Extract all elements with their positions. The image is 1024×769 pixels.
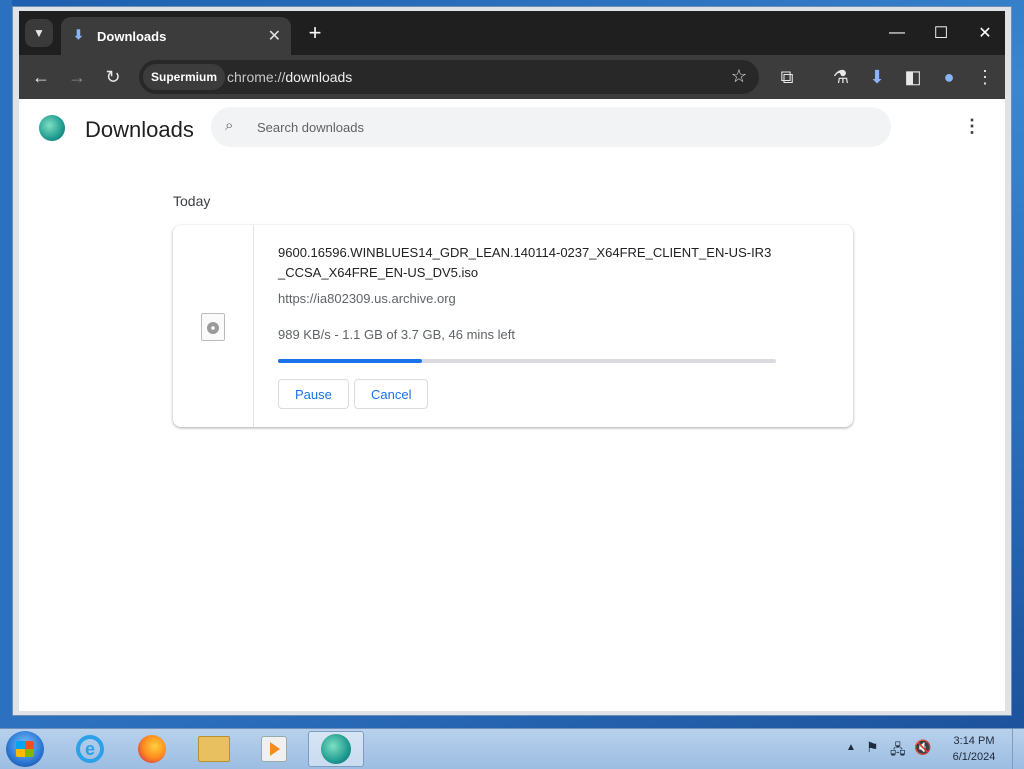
supermium-logo-icon [39, 115, 65, 141]
taskbar-internet-explorer[interactable]: e [62, 731, 118, 767]
file-icon-column [173, 225, 254, 427]
search-icon: ⌕ [225, 117, 234, 134]
internet-explorer-icon: e [76, 735, 104, 763]
download-item: 9600.16596.WINBLUES14_GDR_LEAN.140114-02… [173, 225, 853, 427]
disc-image-file-icon [201, 313, 225, 341]
tab-title: Downloads [97, 29, 167, 44]
taskbar-explorer[interactable] [186, 731, 242, 767]
start-button[interactable] [6, 731, 44, 767]
date-header: Today [173, 193, 211, 209]
forward-button[interactable]: → [63, 63, 91, 91]
download-status: 989 KB/s - 1.1 GB of 3.7 GB, 46 mins lef… [278, 327, 516, 342]
downloads-icon[interactable]: ⬇ [863, 63, 891, 91]
downloads-page: Downloads ⌕ Search downloads ⋮ Today 960… [19, 99, 1005, 711]
browser-toolbar: ← → ↻ Supermium chrome://downloads ☆ ⧉ ⚗… [19, 55, 1005, 99]
tab-search-button[interactable]: ▼ [25, 19, 53, 47]
cancel-button[interactable]: Cancel [354, 379, 429, 409]
volume-muted-icon[interactable]: 🔇 [914, 739, 931, 756]
profile-avatar-icon[interactable]: ● [935, 63, 963, 91]
taskbar: e ▲ ⚑ 🖧 🔇 3:14 PM 6/1/2024 [0, 728, 1024, 769]
supermium-icon [321, 734, 351, 764]
page-title: Downloads [85, 117, 194, 142]
side-panel-icon[interactable]: ◧ [899, 63, 927, 91]
windows-logo-icon [16, 741, 34, 757]
bookmark-star-icon[interactable]: ☆ [731, 66, 747, 87]
back-button[interactable]: ← [27, 63, 55, 91]
title-bar: ▼ ⬇ Downloads ✕ + — ☐ ✕ [19, 11, 1005, 55]
search-placeholder: Search downloads [257, 120, 364, 135]
show-desktop-button[interactable] [1012, 729, 1024, 769]
chevron-down-icon: ▼ [33, 26, 45, 40]
action-center-flag-icon[interactable]: ⚑ [866, 739, 879, 756]
url-scheme: chrome:// [227, 69, 286, 85]
network-icon[interactable]: 🖧 [890, 739, 906, 763]
clock-time: 3:14 PM [953, 735, 995, 747]
browser-menu-icon[interactable]: ⋮ [971, 63, 999, 91]
new-tab-button[interactable]: + [301, 19, 329, 47]
file-name-link[interactable]: 9600.16596.WINBLUES14_GDR_LEAN.140114-02… [278, 243, 778, 283]
close-window-button[interactable]: ✕ [963, 17, 1007, 49]
progress-fill [278, 359, 423, 363]
labs-icon[interactable]: ⚗ [827, 63, 855, 91]
taskbar-media-player[interactable] [246, 731, 302, 767]
search-downloads-field[interactable]: ⌕ Search downloads [211, 107, 891, 147]
pause-button[interactable]: Pause [278, 379, 349, 409]
url-text[interactable]: chrome://downloads [227, 69, 352, 85]
url-host: downloads [285, 69, 353, 85]
media-player-icon [261, 736, 287, 762]
reload-button[interactable]: ↻ [99, 63, 127, 91]
firefox-icon [138, 735, 166, 763]
browser-window: ▼ ⬇ Downloads ✕ + — ☐ ✕ ← → ↻ Supermium … [12, 6, 1012, 716]
taskbar-supermium[interactable] [308, 731, 364, 767]
extensions-icon[interactable]: ⧉ [773, 63, 801, 91]
desktop-background [0, 0, 12, 720]
download-favicon-icon: ⬇ [73, 27, 84, 42]
site-chip[interactable]: Supermium [143, 64, 226, 90]
tab-downloads[interactable]: ⬇ Downloads ✕ [61, 17, 291, 55]
progress-bar [278, 359, 776, 363]
taskbar-firefox[interactable] [124, 731, 180, 767]
more-actions-icon[interactable]: ⋮ [963, 117, 981, 135]
minimize-button[interactable]: — [875, 17, 919, 49]
explorer-folder-icon [198, 736, 230, 762]
source-url[interactable]: https://ia802309.us.archive.org [278, 291, 456, 306]
address-bar[interactable]: Supermium chrome://downloads ☆ [139, 60, 759, 94]
system-clock[interactable]: 3:14 PM 6/1/2024 [946, 733, 1002, 765]
tab-close-icon[interactable]: ✕ [268, 26, 281, 46]
show-hidden-icons-icon[interactable]: ▲ [846, 742, 856, 753]
maximize-button[interactable]: ☐ [919, 17, 963, 49]
clock-date: 6/1/2024 [952, 751, 996, 763]
